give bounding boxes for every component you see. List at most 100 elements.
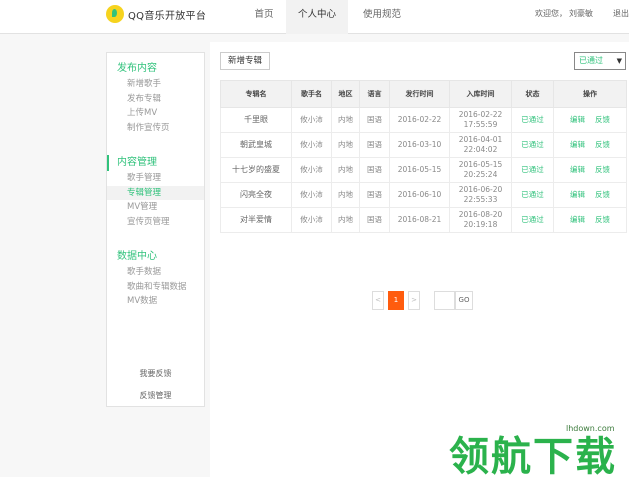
col-language: 语言 (359, 80, 390, 108)
storage-clock: 20:19:18 (463, 220, 498, 229)
watermark-url: lhdown.com (566, 424, 615, 433)
go-button[interactable]: GO (455, 291, 473, 310)
col-region: 地区 (331, 80, 360, 108)
storage-date: 2016-08-20 (458, 210, 503, 219)
sidebar-item-make-promo[interactable]: 制作宣传页 (107, 121, 204, 136)
main-panel: 新增专辑 已通过 ▼ 专辑名 歌手名 地区 语言 发行时间 入库时间 状态 操作… (210, 42, 629, 477)
storage-time: 2016-02-22 17:55:59 (449, 107, 512, 133)
sidebar-item-mv-manage[interactable]: MV管理 (107, 200, 204, 215)
row-actions: 编辑 反馈 (553, 107, 627, 133)
sidebar-item-singer-manage[interactable]: 歌手管理 (107, 171, 204, 186)
table-row: 闪亮全夜 攸小沛 内地 国语 2016-06-10 2016-06-20 22:5… (220, 182, 627, 208)
singer-name: 攸小沛 (291, 157, 332, 183)
logout-link[interactable]: 退出 (613, 9, 629, 18)
storage-clock: 17:55:59 (463, 120, 498, 129)
feedback-row-link[interactable]: 反馈 (595, 165, 610, 174)
status-filter-select[interactable]: 已通过 ▼ (574, 52, 626, 70)
singer-name: 攸小沛 (291, 207, 332, 233)
col-album-name: 专辑名 (220, 80, 292, 108)
storage-date: 2016-04-01 (458, 135, 503, 144)
page-jump-input[interactable] (434, 291, 455, 310)
feedback-row-link[interactable]: 反馈 (595, 215, 610, 224)
add-album-button[interactable]: 新增专辑 (220, 52, 270, 70)
sidebar-item-album-manage[interactable]: 专辑管理 (107, 185, 204, 200)
next-page-button[interactable]: > (408, 291, 420, 310)
top-bar: QQ音乐开放平台 首页 个人中心 使用规范 欢迎您， 刘豪敏 退出 (0, 0, 629, 34)
status-badge: 已通过 (511, 207, 554, 233)
status-filter-value: 已通过 (579, 56, 603, 65)
nav-usage-rules[interactable]: 使用规范 (354, 0, 410, 34)
col-singer: 歌手名 (291, 80, 332, 108)
sidebar-group-content: 内容管理 歌手管理 专辑管理 MV管理 宣传页管理 (107, 155, 204, 229)
release-date: 2016-06-10 (389, 182, 450, 208)
col-operations: 操作 (553, 80, 627, 108)
row-actions: 编辑 反馈 (553, 157, 627, 183)
release-date: 2016-05-15 (389, 157, 450, 183)
row-actions: 编辑 反馈 (553, 182, 627, 208)
region: 内地 (331, 132, 360, 158)
sidebar-item-publish-album[interactable]: 发布专辑 (107, 92, 204, 107)
language: 国语 (359, 107, 390, 133)
feedback-manage-link[interactable]: 反馈管理 (107, 390, 204, 401)
qq-music-logo-icon[interactable] (106, 5, 124, 23)
sidebar-item-song-album-data[interactable]: 歌曲和专辑数据 (107, 280, 204, 295)
status-badge: 已通过 (511, 157, 554, 183)
table-row: 对半爱情 攸小沛 内地 国语 2016-08-21 2016-08-20 20:1… (220, 207, 627, 233)
storage-time: 2016-06-20 22:55:33 (449, 182, 512, 208)
storage-time: 2016-05-15 20:25:24 (449, 157, 512, 183)
storage-date: 2016-02-22 (458, 110, 503, 119)
release-date: 2016-03-10 (389, 132, 450, 158)
album-name[interactable]: 朝武皇城 (220, 132, 292, 158)
language: 国语 (359, 207, 390, 233)
sidebar: 发布内容 新增歌手 发布专辑 上传MV 制作宣传页 内容管理 歌手管理 专辑管理… (106, 52, 205, 407)
edit-link[interactable]: 编辑 (570, 165, 585, 174)
singer-name: 攸小沛 (291, 107, 332, 133)
sidebar-group-publish: 发布内容 新增歌手 发布专辑 上传MV 制作宣传页 (107, 61, 204, 135)
brand-title[interactable]: QQ音乐开放平台 (128, 7, 206, 22)
release-date: 2016-02-22 (389, 107, 450, 133)
user-name[interactable]: 刘豪敏 (569, 9, 593, 18)
table-row: 十七岁的盛夏 攸小沛 内地 国语 2016-05-15 2016-05-15 20… (220, 157, 627, 183)
album-name[interactable]: 千里眼 (220, 107, 292, 133)
album-name[interactable]: 闪亮全夜 (220, 182, 292, 208)
row-actions: 编辑 反馈 (553, 132, 627, 158)
storage-clock: 20:25:24 (463, 170, 498, 179)
storage-time: 2016-04-01 22:04:02 (449, 132, 512, 158)
singer-name: 攸小沛 (291, 132, 332, 158)
release-date: 2016-08-21 (389, 207, 450, 233)
sidebar-group-title: 发布内容 (117, 63, 157, 74)
sidebar-group-data: 数据中心 歌手数据 歌曲和专辑数据 MV数据 (107, 249, 204, 309)
feedback-row-link[interactable]: 反馈 (595, 190, 610, 199)
sidebar-group-title: 内容管理 (107, 155, 204, 171)
storage-clock: 22:04:02 (463, 145, 498, 154)
table-row: 朝武皇城 攸小沛 内地 国语 2016-03-10 2016-04-01 22:0… (220, 132, 627, 158)
storage-time: 2016-08-20 20:19:18 (449, 207, 512, 233)
sidebar-item-singer-data[interactable]: 歌手数据 (107, 265, 204, 280)
language: 国语 (359, 182, 390, 208)
feedback-link[interactable]: 我要反馈 (107, 368, 204, 379)
feedback-row-link[interactable]: 反馈 (595, 115, 610, 124)
col-status: 状态 (511, 80, 554, 108)
status-badge: 已通过 (511, 182, 554, 208)
album-name[interactable]: 十七岁的盛夏 (220, 157, 292, 183)
edit-link[interactable]: 编辑 (570, 190, 585, 199)
nav-personal-center[interactable]: 个人中心 (286, 0, 348, 34)
singer-name: 攸小沛 (291, 182, 332, 208)
page-1-button[interactable]: 1 (388, 291, 404, 310)
edit-link[interactable]: 编辑 (570, 140, 585, 149)
album-name[interactable]: 对半爱情 (220, 207, 292, 233)
nav-home[interactable]: 首页 (244, 0, 284, 34)
sidebar-item-promo-manage[interactable]: 宣传页管理 (107, 215, 204, 230)
col-storage-time: 入库时间 (449, 80, 512, 108)
album-table: 专辑名 歌手名 地区 语言 发行时间 入库时间 状态 操作 千里眼 攸小沛 内地… (220, 80, 627, 233)
user-area: 欢迎您， 刘豪敏 退出 (535, 8, 629, 19)
feedback-row-link[interactable]: 反馈 (595, 140, 610, 149)
edit-link[interactable]: 编辑 (570, 215, 585, 224)
sidebar-item-add-singer[interactable]: 新增歌手 (107, 77, 204, 92)
edit-link[interactable]: 编辑 (570, 115, 585, 124)
col-release-date: 发行时间 (389, 80, 450, 108)
sidebar-item-mv-data[interactable]: MV数据 (107, 294, 204, 309)
prev-page-button[interactable]: < (372, 291, 384, 310)
sidebar-item-upload-mv[interactable]: 上传MV (107, 106, 204, 121)
region: 内地 (331, 182, 360, 208)
